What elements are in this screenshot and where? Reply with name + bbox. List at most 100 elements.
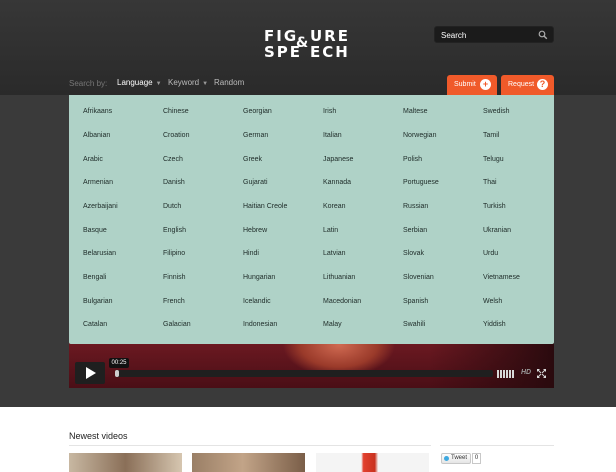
language-option[interactable]: Finnish: [163, 274, 186, 281]
logo-line2a: SPE: [264, 43, 303, 61]
nav-random-label: Random: [214, 78, 245, 87]
language-option[interactable]: Lithuanian: [323, 274, 355, 281]
search-input[interactable]: [441, 29, 537, 41]
caret-down-icon: ▼: [202, 81, 209, 87]
language-option[interactable]: Turkish: [483, 203, 506, 210]
language-option[interactable]: Hindi: [243, 250, 259, 257]
language-option[interactable]: French: [163, 298, 185, 305]
divider: [69, 445, 431, 446]
language-option[interactable]: Malay: [323, 321, 342, 328]
language-option[interactable]: Dutch: [163, 203, 181, 210]
language-option[interactable]: Georgian: [243, 108, 272, 115]
language-option[interactable]: Galacian: [163, 321, 191, 328]
language-option[interactable]: Latvian: [323, 250, 346, 257]
figure-speech-logo[interactable]: FIG URE & SPE ECH: [262, 26, 354, 62]
hd-toggle[interactable]: HD: [521, 369, 531, 376]
volume-icon[interactable]: [497, 370, 515, 378]
logo-line1a: FIG: [264, 27, 299, 45]
language-option[interactable]: Catalan: [83, 321, 107, 328]
tweet-count: 0: [472, 453, 481, 464]
submit-button[interactable]: Submit +: [447, 75, 497, 95]
language-option[interactable]: Swedish: [483, 108, 509, 115]
submit-label: Submit: [454, 81, 476, 88]
play-button[interactable]: [75, 362, 105, 384]
language-option[interactable]: Welsh: [483, 298, 502, 305]
language-option[interactable]: Croation: [163, 132, 189, 139]
video-thumbnail[interactable]: [69, 453, 182, 472]
video-controls: 00:25 HD: [69, 358, 554, 386]
language-option[interactable]: Urdu: [483, 250, 498, 257]
newest-videos-title: Newest videos: [69, 431, 128, 441]
language-option[interactable]: Armenian: [83, 179, 113, 186]
logo-line1b: URE: [310, 27, 350, 45]
language-option[interactable]: Bulgarian: [83, 298, 113, 305]
language-option[interactable]: Slovenian: [403, 274, 434, 281]
language-option[interactable]: Macedonian: [323, 298, 361, 305]
language-option[interactable]: Maltese: [403, 108, 428, 115]
language-option[interactable]: Arabic: [83, 156, 103, 163]
language-option[interactable]: Irish: [323, 108, 336, 115]
language-option[interactable]: Hungarian: [243, 274, 275, 281]
language-option[interactable]: Korean: [323, 203, 346, 210]
time-display: 00:25: [109, 358, 129, 368]
language-option[interactable]: Spanish: [403, 298, 428, 305]
search-icon[interactable]: [538, 30, 548, 40]
language-option[interactable]: Telugu: [483, 156, 504, 163]
play-icon: [86, 367, 96, 379]
language-option[interactable]: Albanian: [83, 132, 110, 139]
twitter-bird-icon: [444, 456, 449, 461]
language-option[interactable]: Gujarati: [243, 179, 268, 186]
language-option[interactable]: Indonesian: [243, 321, 277, 328]
progress-fill: [115, 370, 119, 377]
language-option[interactable]: Serbian: [403, 227, 427, 234]
language-option[interactable]: Bengali: [83, 274, 106, 281]
nav-keyword-label: Keyword: [168, 78, 200, 87]
language-option[interactable]: Italian: [323, 132, 342, 139]
nav-language-dropdown[interactable]: Language ▼: [117, 78, 162, 87]
language-option[interactable]: Thai: [483, 179, 497, 186]
language-option[interactable]: Filipino: [163, 250, 185, 257]
language-dropdown-panel: Afrikaans Albanian Arabic Armenian Azerbaija…: [69, 95, 554, 344]
language-option[interactable]: Latin: [323, 227, 338, 234]
language-option[interactable]: Belarusian: [83, 250, 116, 257]
language-option[interactable]: Russian: [403, 203, 428, 210]
divider: [440, 445, 554, 446]
fullscreen-icon[interactable]: [537, 369, 546, 378]
progress-track[interactable]: [115, 370, 493, 377]
request-button[interactable]: Request ?: [501, 75, 554, 95]
language-option[interactable]: Icelandic: [243, 298, 271, 305]
request-label: Request: [508, 81, 535, 88]
language-option[interactable]: Vietnamese: [483, 274, 520, 281]
language-option[interactable]: Haitian Creole: [243, 203, 287, 210]
language-option[interactable]: Norwegian: [403, 132, 436, 139]
language-option[interactable]: Afrikaans: [83, 108, 112, 115]
caret-down-icon: ▼: [155, 81, 162, 87]
language-option[interactable]: Polish: [403, 156, 422, 163]
tweet-label: Tweet: [451, 455, 468, 461]
language-option[interactable]: Basque: [83, 227, 107, 234]
language-option[interactable]: Japanese: [323, 156, 353, 163]
language-option[interactable]: Azerbaijani: [83, 203, 118, 210]
language-option[interactable]: Tamil: [483, 132, 499, 139]
language-option[interactable]: Swahili: [403, 321, 425, 328]
language-option[interactable]: Kannada: [323, 179, 351, 186]
language-option[interactable]: Portuguese: [403, 179, 439, 186]
language-option[interactable]: Danish: [163, 179, 185, 186]
language-option[interactable]: Greek: [243, 156, 262, 163]
language-option[interactable]: English: [163, 227, 186, 234]
nav-keyword-dropdown[interactable]: Keyword ▼: [168, 78, 208, 87]
language-option[interactable]: Yiddish: [483, 321, 506, 328]
plus-icon: +: [480, 79, 491, 90]
nav-random-link[interactable]: Random: [214, 78, 244, 87]
language-option[interactable]: Ukranian: [483, 227, 511, 234]
language-option[interactable]: Czech: [163, 156, 183, 163]
language-option[interactable]: Hebrew: [243, 227, 267, 234]
question-icon: ?: [537, 79, 548, 90]
video-thumbnail[interactable]: [192, 453, 305, 472]
video-thumbnail[interactable]: [316, 453, 429, 472]
language-option[interactable]: German: [243, 132, 268, 139]
tweet-button[interactable]: Tweet: [441, 453, 471, 464]
language-option[interactable]: Chinese: [163, 108, 189, 115]
language-option[interactable]: Slovak: [403, 250, 424, 257]
logo-line2b: ECH: [310, 43, 350, 61]
